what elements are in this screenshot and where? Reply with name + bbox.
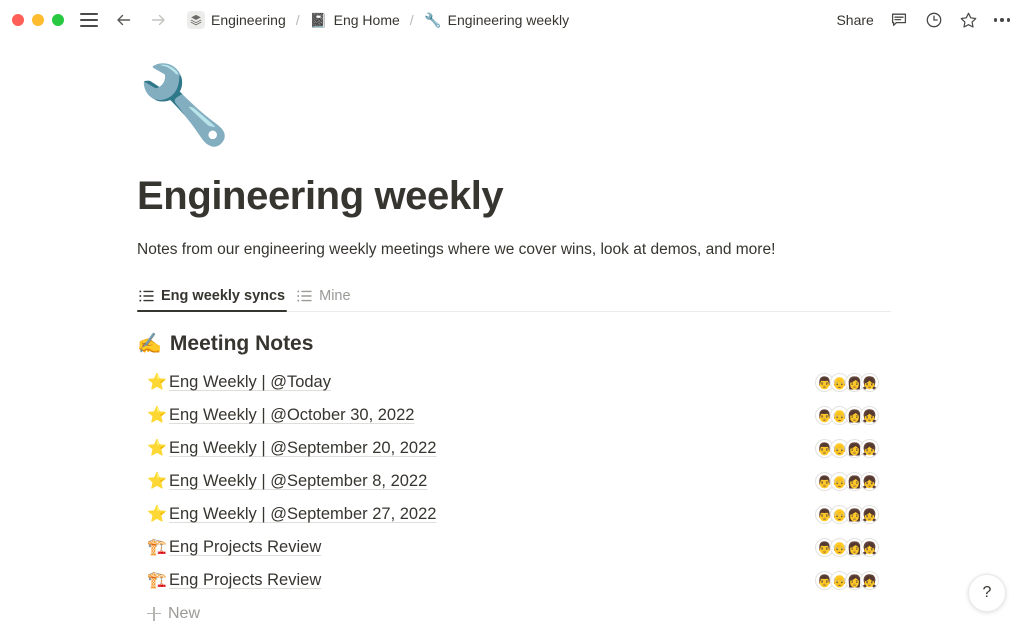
row-title-link[interactable]: Eng Weekly | @October 30, 2022	[169, 406, 414, 425]
clock-icon[interactable]	[924, 10, 944, 30]
plus-icon	[147, 606, 161, 621]
arrow-right-icon[interactable]	[148, 10, 168, 30]
breadcrumb-label: Engineering	[211, 12, 286, 28]
writing-hand-icon: ✍️	[137, 333, 162, 355]
star-icon: ⭐	[147, 505, 167, 523]
new-row-button[interactable]: New	[137, 597, 891, 630]
breadcrumb-label: Engineering weekly	[447, 12, 570, 28]
list-view-icon	[297, 290, 312, 302]
breadcrumb-separator: /	[409, 12, 414, 28]
avatar: 👧	[860, 472, 879, 491]
page-title[interactable]: Engineering weekly	[137, 174, 1024, 219]
table-row[interactable]: 🏗️ Eng Projects Review 👨 👴 👩 👧	[137, 531, 891, 564]
row-title-link[interactable]: Eng Weekly | @Today	[169, 373, 331, 392]
avatar: 👧	[860, 505, 879, 524]
view-tabs: Eng weekly syncs Mine	[137, 281, 891, 313]
breadcrumb-item-engineering-weekly[interactable]: 🔧 Engineering weekly	[421, 9, 572, 31]
minimize-window-button[interactable]	[32, 14, 44, 26]
avatar-group[interactable]: 👨 👴 👩 👧	[815, 571, 891, 590]
row-title-link[interactable]: Eng Weekly | @September 27, 2022	[169, 505, 436, 524]
avatar: 👧	[860, 373, 879, 392]
breadcrumb-item-engineering[interactable]: Engineering	[184, 9, 289, 31]
traffic-lights	[12, 14, 64, 26]
avatar: 👧	[860, 406, 879, 425]
section-heading: ✍️ Meeting Notes	[137, 332, 1024, 356]
zoom-window-button[interactable]	[52, 14, 64, 26]
avatar: 👧	[860, 439, 879, 458]
breadcrumb-item-eng-home[interactable]: 📓 Eng Home	[307, 9, 403, 31]
avatar-group[interactable]: 👨 👴 👩 👧	[815, 406, 891, 425]
table-row[interactable]: ⭐ Eng Weekly | @October 30, 2022 👨 👴 👩 👧	[137, 399, 891, 432]
window-titlebar: Engineering / 📓 Eng Home / 🔧 Engineering…	[0, 0, 1024, 40]
table-row[interactable]: ⭐ Eng Weekly | @September 8, 2022 👨 👴 👩 …	[137, 465, 891, 498]
comment-bubble-icon[interactable]	[889, 10, 909, 30]
new-row-label: New	[168, 604, 201, 622]
table-row[interactable]: ⭐ Eng Weekly | @Today 👨 👴 👩 👧	[137, 366, 891, 399]
meeting-notes-list: ⭐ Eng Weekly | @Today 👨 👴 👩 👧 ⭐ Eng Week…	[137, 366, 891, 630]
page-icon-wrench-icon[interactable]: 🔧	[137, 68, 1024, 160]
breadcrumb: Engineering / 📓 Eng Home / 🔧 Engineering…	[184, 9, 572, 31]
row-title-link[interactable]: Eng Weekly | @September 8, 2022	[169, 472, 427, 491]
wrench-icon: 🔧	[423, 12, 442, 28]
row-title-link[interactable]: Eng Projects Review	[169, 571, 321, 590]
more-horizontal-icon[interactable]	[993, 18, 1010, 22]
table-row[interactable]: ⭐ Eng Weekly | @September 20, 2022 👨 👴 👩…	[137, 432, 891, 465]
page-description[interactable]: Notes from our engineering weekly meetin…	[137, 241, 1024, 259]
help-button[interactable]: ?	[968, 574, 1006, 612]
titlebar-actions: Share	[836, 0, 1010, 40]
breadcrumb-label: Eng Home	[333, 12, 400, 28]
row-title-link[interactable]: Eng Weekly | @September 20, 2022	[169, 439, 436, 458]
arrow-left-icon[interactable]	[114, 10, 134, 30]
close-window-button[interactable]	[12, 14, 24, 26]
hamburger-menu-icon[interactable]	[80, 13, 98, 27]
avatar: 👧	[860, 571, 879, 590]
avatar-group[interactable]: 👨 👴 👩 👧	[815, 439, 891, 458]
list-view-icon	[139, 290, 154, 302]
star-icon: ⭐	[147, 472, 167, 490]
star-icon: ⭐	[147, 406, 167, 424]
star-outline-icon[interactable]	[959, 10, 979, 30]
tab-label: Mine	[319, 288, 351, 304]
table-row[interactable]: 🏗️ Eng Projects Review 👨 👴 👩 👧	[137, 564, 891, 597]
section-heading-label: Meeting Notes	[169, 332, 314, 355]
avatar-group[interactable]: 👨 👴 👩 👧	[815, 538, 891, 557]
layers-stack-icon	[187, 11, 205, 29]
table-row[interactable]: ⭐ Eng Weekly | @September 27, 2022 👨 👴 👩…	[137, 498, 891, 531]
construction-crane-icon: 🏗️	[147, 538, 167, 556]
row-title-link[interactable]: Eng Projects Review	[169, 538, 321, 557]
star-icon: ⭐	[147, 373, 167, 391]
page-content: 🔧 Engineering weekly Notes from our engi…	[0, 68, 1024, 630]
avatar: 👧	[860, 538, 879, 557]
avatar-group[interactable]: 👨 👴 👩 👧	[815, 472, 891, 491]
tab-mine[interactable]: Mine	[295, 288, 356, 311]
tab-label: Eng weekly syncs	[161, 288, 286, 304]
share-button[interactable]: Share	[836, 12, 873, 28]
breadcrumb-separator: /	[295, 12, 300, 28]
avatar-group[interactable]: 👨 👴 👩 👧	[815, 505, 891, 524]
tab-eng-weekly-syncs[interactable]: Eng weekly syncs	[137, 288, 291, 313]
construction-crane-icon: 🏗️	[147, 571, 167, 589]
navigation-arrows	[114, 10, 168, 30]
star-icon: ⭐	[147, 439, 167, 457]
notebook-icon: 📓	[309, 12, 328, 28]
avatar-group[interactable]: 👨 👴 👩 👧	[815, 373, 891, 392]
